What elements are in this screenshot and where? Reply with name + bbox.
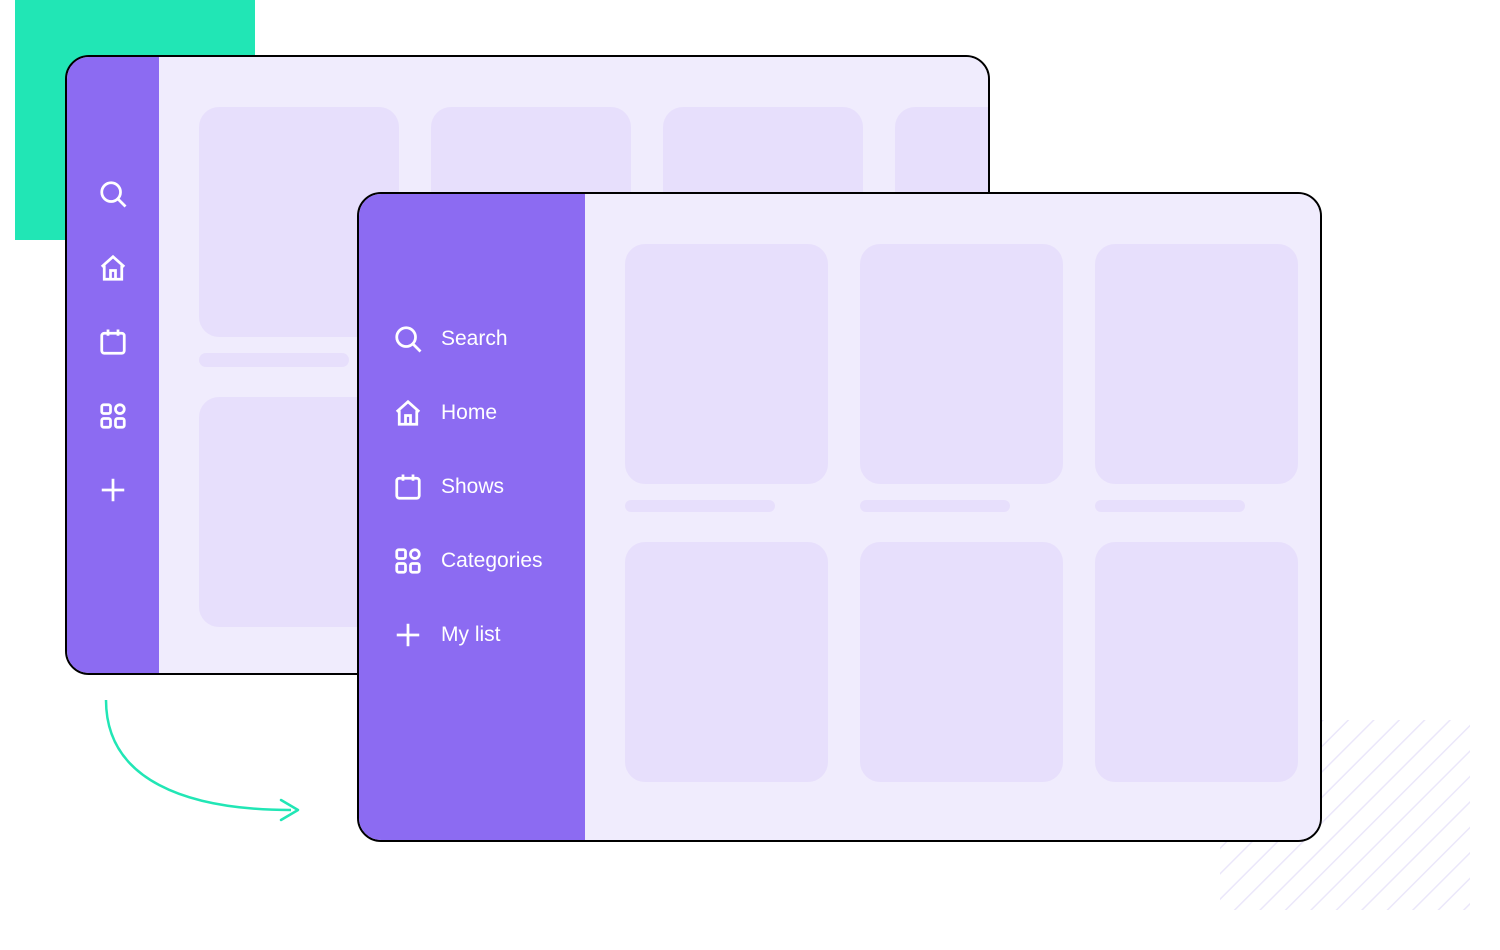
nav-item-search[interactable] — [98, 157, 128, 231]
transition-arrow — [96, 690, 316, 835]
search-icon — [393, 324, 423, 354]
sidebar-collapsed — [67, 57, 159, 673]
nav-item-categories[interactable]: Categories — [393, 524, 585, 598]
text-placeholder — [625, 500, 775, 512]
text-placeholder — [860, 500, 1010, 512]
nav-label: Categories — [441, 549, 543, 573]
content-card[interactable] — [860, 244, 1063, 512]
content-card[interactable] — [625, 542, 828, 782]
content-card[interactable] — [625, 244, 828, 512]
panel-expanded-sidebar: Search Home Shows Categories My list — [357, 192, 1322, 842]
content-card[interactable] — [1095, 542, 1298, 782]
text-placeholder — [199, 353, 349, 367]
nav-label: My list — [441, 623, 501, 647]
thumbnail-placeholder — [860, 244, 1063, 484]
home-icon — [98, 253, 128, 283]
plus-icon — [98, 475, 128, 505]
home-icon — [393, 398, 423, 428]
search-icon — [98, 179, 128, 209]
nav-item-search[interactable]: Search — [393, 302, 585, 376]
card-row — [625, 542, 1298, 782]
nav-label: Search — [441, 327, 508, 351]
grid-icon — [393, 546, 423, 576]
nav-item-mylist[interactable] — [98, 453, 128, 527]
thumbnail-placeholder — [625, 542, 828, 782]
nav-item-shows[interactable]: Shows — [393, 450, 585, 524]
text-placeholder — [1095, 500, 1245, 512]
card-row — [625, 244, 1298, 512]
nav-item-home[interactable]: Home — [393, 376, 585, 450]
thumbnail-placeholder — [1095, 244, 1298, 484]
content-card[interactable] — [860, 542, 1063, 782]
nav-label: Home — [441, 401, 497, 425]
plus-icon — [393, 620, 423, 650]
content-card[interactable] — [1095, 244, 1298, 512]
thumbnail-placeholder — [625, 244, 828, 484]
calendar-icon — [393, 472, 423, 502]
nav-label: Shows — [441, 475, 504, 499]
nav-item-categories[interactable] — [98, 379, 128, 453]
thumbnail-placeholder — [860, 542, 1063, 782]
content-area — [585, 194, 1322, 840]
sidebar-expanded: Search Home Shows Categories My list — [359, 194, 585, 840]
grid-icon — [98, 401, 128, 431]
calendar-icon — [98, 327, 128, 357]
nav-item-mylist[interactable]: My list — [393, 598, 585, 672]
nav-item-home[interactable] — [98, 231, 128, 305]
nav-item-shows[interactable] — [98, 305, 128, 379]
thumbnail-placeholder — [1095, 542, 1298, 782]
